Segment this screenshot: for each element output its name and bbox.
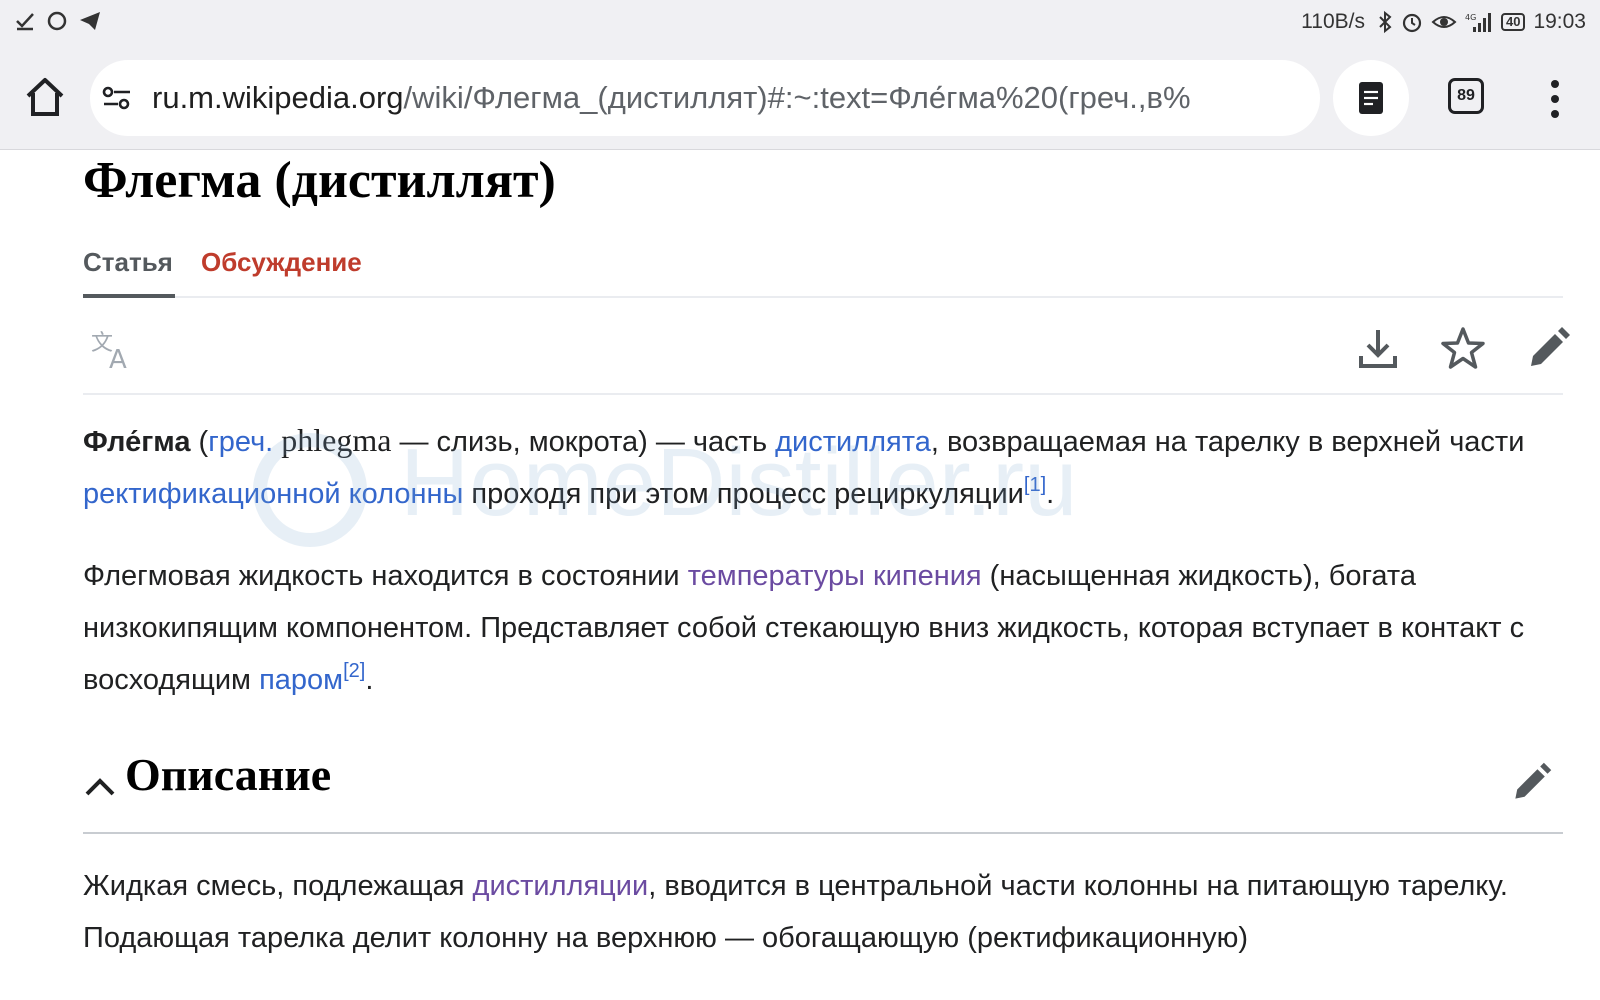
page-actions-toolbar: 文 A — [83, 300, 1570, 395]
section-edit-icon[interactable] — [1508, 760, 1554, 806]
link-distillation[interactable]: дистилляции — [473, 870, 649, 902]
url-host: ru.m.wikipedia.org — [152, 80, 404, 115]
site-settings-icon[interactable] — [100, 81, 134, 115]
second-paragraph: Флегмовая жидкость находится в состоянии… — [83, 550, 1563, 706]
link-vapor[interactable]: паром — [259, 664, 343, 696]
status-indicators: 110B/s 4G 40 19:03 — [1301, 10, 1586, 34]
svg-text:4G: 4G — [1465, 13, 1476, 22]
address-bar[interactable]: ru.m.wikipedia.org/wiki/Флегма_(дистилля… — [90, 60, 1320, 136]
url-text[interactable]: ru.m.wikipedia.org/wiki/Флегма_(дистилля… — [152, 80, 1312, 116]
text-span: ( — [190, 426, 209, 458]
browser-toolbar: ru.m.wikipedia.org/wiki/Флегма_(дистилля… — [0, 48, 1600, 150]
signal-icon: 4G — [1465, 13, 1491, 32]
article-tabs: Статья Обсуждение — [83, 242, 1563, 298]
reader-mode-icon — [1359, 82, 1383, 114]
more-menu-icon[interactable] — [1540, 76, 1570, 122]
text-span: , возвращаемая на тарелку в верхней част… — [930, 426, 1525, 458]
text-span: проходя при этом процесс рециркуляции — [463, 478, 1024, 510]
text-span: . — [1046, 478, 1055, 510]
status-bar: 110B/s 4G 40 19:03 — [0, 0, 1600, 48]
download-icon[interactable] — [1353, 324, 1403, 374]
section-header-description[interactable]: Описание — [83, 740, 1563, 834]
link-boiling-temperature[interactable]: температуры кипения — [688, 560, 982, 592]
check-icon — [16, 13, 34, 31]
reader-mode-button[interactable] — [1333, 60, 1409, 136]
bluetooth-icon — [1379, 10, 1392, 34]
description-paragraph: Жидкая смесь, подлежащая дистилляции, вв… — [83, 860, 1563, 964]
text-span: . — [365, 664, 374, 696]
chevron-up-icon[interactable] — [83, 770, 117, 804]
url-path: /wiki/Флегма_(дистиллят)#:~:text=Фле́гма… — [403, 80, 1191, 115]
telegram-icon — [80, 12, 100, 30]
translate-icon[interactable]: 文 A — [89, 324, 139, 374]
edit-icon[interactable] — [1523, 324, 1573, 374]
tab-switcher-button[interactable]: 89 — [1448, 78, 1484, 114]
text-span: — слизь, мокрота) — часть — [391, 426, 776, 458]
home-icon[interactable] — [22, 74, 68, 120]
clock: 19:03 — [1533, 10, 1586, 33]
link-rectification-column[interactable]: ректификационной колонны — [83, 478, 463, 510]
status-notifications — [14, 10, 102, 32]
battery-icon: 40 — [1500, 13, 1526, 31]
section-title: Описание — [125, 749, 332, 800]
reference-link-2[interactable]: [2] — [343, 660, 365, 682]
reference-link-1[interactable]: [1] — [1024, 474, 1046, 496]
sync-icon — [47, 11, 67, 31]
link-greek-language[interactable]: греч. — [208, 426, 273, 458]
text-span: Флегмовая жидкость находится в состоянии — [83, 560, 688, 592]
tab-talk[interactable]: Обсуждение — [201, 242, 362, 298]
tab-article[interactable]: Статья — [83, 242, 175, 298]
intro-paragraph: Фле́гма (греч. phlegma — слизь, мокрота)… — [83, 414, 1563, 520]
alarm-icon — [1402, 13, 1422, 33]
svg-text:A: A — [109, 345, 127, 374]
greek-word: phlegma — [273, 422, 392, 458]
star-icon[interactable] — [1438, 324, 1488, 374]
page-title: Флегма (дистиллят) — [83, 152, 556, 209]
text-span: Жидкая смесь, подлежащая — [83, 870, 473, 902]
eye-icon — [1431, 16, 1457, 28]
link-distillate[interactable]: дистиллята — [775, 426, 931, 458]
net-speed: 110B/s — [1301, 10, 1365, 33]
article-term: Фле́гма — [83, 426, 191, 458]
